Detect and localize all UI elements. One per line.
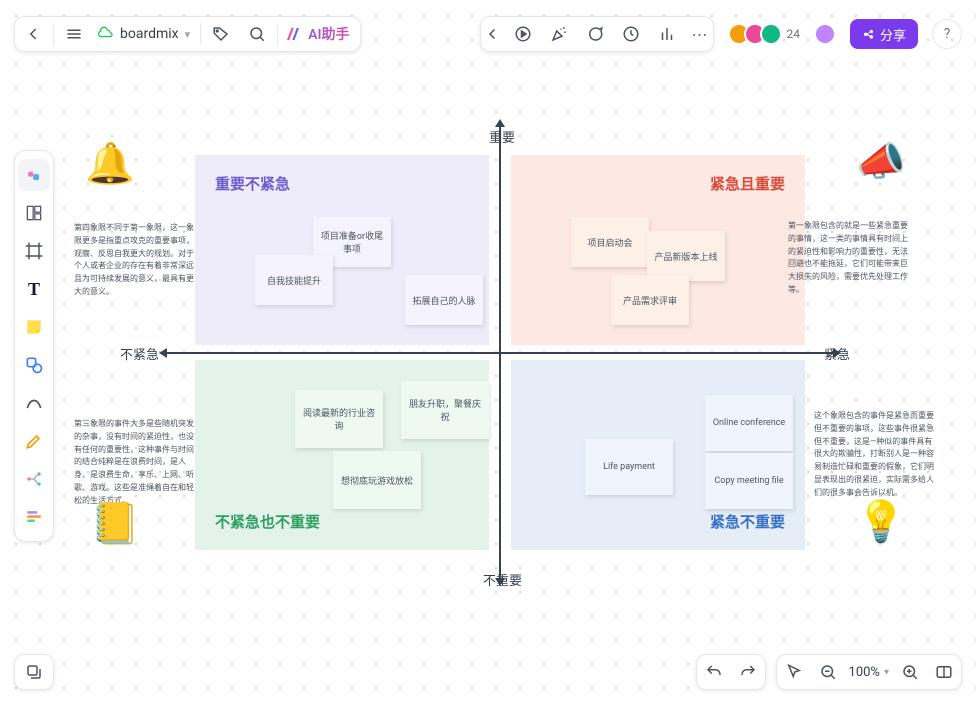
minimap-button[interactable] [927,654,961,690]
sticky-note[interactable]: 自我技能提升 [255,255,333,305]
zoom-level[interactable]: 100% [845,665,884,680]
back-button[interactable] [15,16,51,52]
bottom-right-bar: 100% ▾ [696,654,962,690]
ai-label-text: AI助手 [308,24,349,44]
axis-label-right: 紧急 [824,344,850,363]
redo-button[interactable] [731,654,765,690]
quadrant-title: 紧急不重要 [710,511,785,532]
left-toolbar: T [14,150,54,542]
commentary-bl[interactable]: 第三象限的事件大多是些随机突发的杂事，没有时间的紧迫性，也没有任何的重要性，这种… [74,418,194,508]
ai-assistant-button[interactable]: AI助手 [280,24,359,44]
ai-logo-icon [284,25,302,43]
tool-connector[interactable] [18,387,50,419]
sticky-note[interactable]: 阅读最新的行业咨询 [295,390,383,448]
notebook-icon: 📒 [90,500,140,547]
chevron-down-icon[interactable]: ▾ [884,667,893,678]
commentary-tr[interactable]: 第一象限包含的就是一些紧急重要的事情，这一类的事情具有时间上的紧迫性和影响力的重… [788,220,908,297]
quadrant-diagram[interactable]: 重要不紧急 紧急且重要 不紧急也不重要 紧急不重要 项目准备or收尾事项 自我技… [195,155,805,550]
tool-more[interactable] [18,501,50,533]
avatar-count: 24 [786,27,800,41]
sticky-note[interactable]: 拓展自己的人脉 [405,275,483,325]
current-user-avatar[interactable] [814,23,836,45]
right-pill: ⋯ [480,16,714,52]
quadrant-title: 重要不紧急 [215,173,290,194]
doc-title-text: boardmix [120,26,179,42]
help-button[interactable]: ? [932,19,962,49]
avatars[interactable]: 24 [728,23,800,45]
avatar [760,23,782,45]
pointer-mode[interactable] [777,654,811,690]
tool-pen[interactable] [18,425,50,457]
lamp-icon: 💡 [856,498,906,545]
sticky-note[interactable]: 产品新版本上线 [647,231,725,281]
more-button[interactable]: ⋯ [685,16,713,52]
play-button[interactable] [505,16,541,52]
axis-label-bottom: 不重要 [483,570,522,589]
top-right-group: ⋯ 24 分享 ? [480,16,962,52]
search-button[interactable] [239,16,275,52]
zoom-out-button[interactable] [811,654,845,690]
sticky-note[interactable]: 朋友升职，聚餐庆祝 [401,381,489,439]
tag-button[interactable] [203,16,239,52]
share-icon [862,27,876,41]
share-button[interactable]: 分享 [850,19,918,49]
tool-frame[interactable] [18,235,50,267]
zoom-in-button[interactable] [893,654,927,690]
view-controls-group: 100% ▾ [776,654,962,690]
commentary-tl[interactable]: 第四象限不同于第一象限，这一象限更多是指重点攻克的重要事项，观察、反思自我更大的… [74,222,194,299]
sticky-note[interactable]: 产品需求评审 [611,275,689,325]
undo-redo-group [696,654,766,690]
celebrate-button[interactable] [541,16,577,52]
menu-button[interactable] [56,16,92,52]
chevron-down-icon: ▾ [185,28,191,41]
chevron-left-small[interactable] [481,16,505,52]
sticky-note[interactable]: 想彻底玩游戏放松 [333,451,421,509]
tool-shape[interactable] [18,349,50,381]
axis-vertical [499,125,501,580]
tool-template[interactable] [18,197,50,229]
tool-select[interactable] [18,159,50,191]
sticky-note[interactable]: Life payment [585,439,673,495]
commentary-br[interactable]: 这个象限包含的事件是紧急而重要但不重要的事项，这些事件很紧急但不重要，这是—种似… [814,410,934,500]
cloud-icon [98,24,114,44]
comment-button[interactable] [577,16,613,52]
axis-label-left: 不紧急 [120,344,159,363]
chart-button[interactable] [649,16,685,52]
undo-button[interactable] [697,654,731,690]
left-pill: boardmix ▾ AI助手 [14,16,361,52]
tool-sticky[interactable] [18,311,50,343]
history-button[interactable] [613,16,649,52]
sticky-note[interactable]: Online conference [705,395,793,451]
doc-title[interactable]: boardmix ▾ [92,24,198,44]
quadrant-title: 不紧急也不重要 [215,511,320,532]
sticky-note[interactable]: 项目启动会 [571,217,649,267]
share-label: 分享 [880,25,906,44]
sticky-note[interactable]: Copy meeting file [705,453,793,509]
top-bar: boardmix ▾ AI助手 [14,16,962,52]
tool-mindmap[interactable] [18,463,50,495]
bell-icon: 🔔 [85,140,135,187]
tool-text[interactable]: T [18,273,50,305]
axis-label-top: 重要 [489,127,515,146]
megaphone-icon: 📣 [856,138,906,185]
layers-button[interactable] [14,654,54,690]
quadrant-title: 紧急且重要 [710,173,785,194]
